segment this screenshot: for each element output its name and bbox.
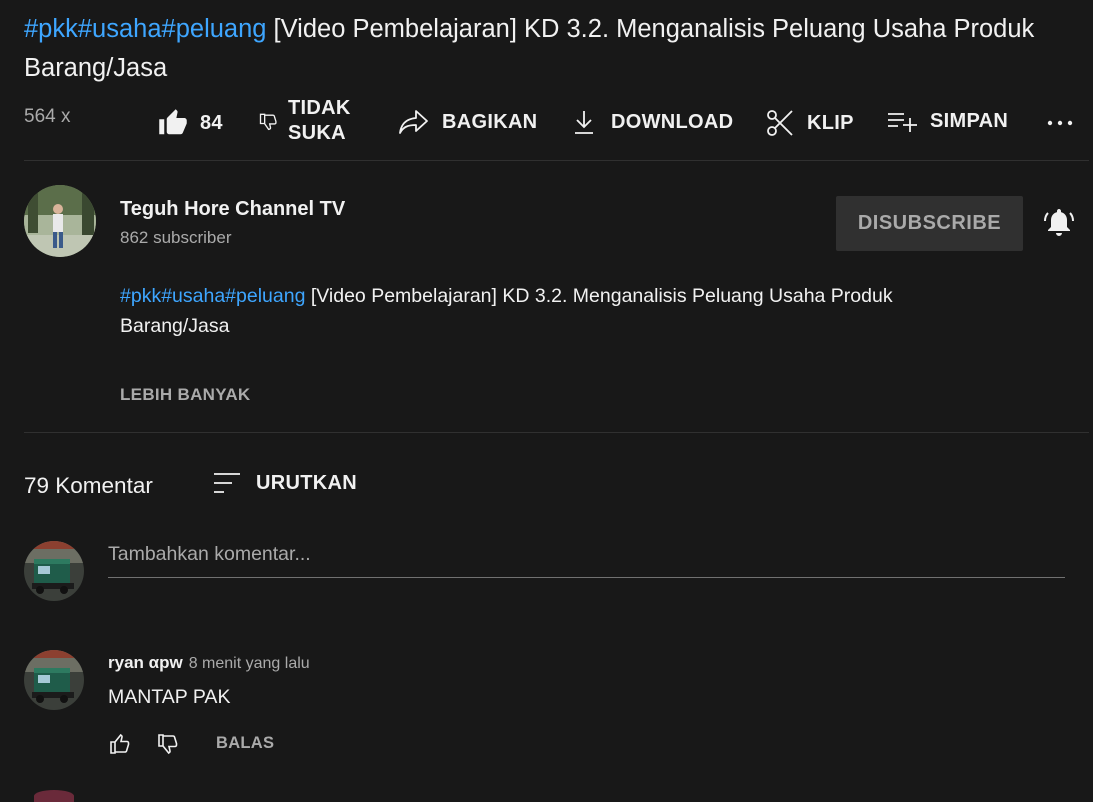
- dislike-label-line2: SUKA: [288, 122, 346, 144]
- share-button[interactable]: BAGIKAN: [398, 108, 537, 136]
- dislike-icon: [156, 734, 180, 760]
- like-button[interactable]: 84: [158, 108, 223, 138]
- video-description: #pkk#usaha#peluang [Video Pembelajaran] …: [120, 281, 1000, 341]
- dislike-icon: [258, 111, 278, 131]
- comment-count: 79 Komentar: [24, 473, 153, 498]
- download-label: DOWNLOAD: [611, 110, 734, 133]
- clip-icon: [765, 108, 795, 138]
- view-count: 564 x: [24, 106, 71, 127]
- save-label: SIMPAN: [930, 109, 1009, 132]
- divider-top: [24, 160, 1089, 161]
- comment-header: ryan αpw 8 menit yang lalu: [108, 653, 310, 673]
- comment-time[interactable]: 8 menit yang lalu: [189, 655, 310, 672]
- reply-button[interactable]: BALAS: [216, 734, 274, 753]
- save-icon: [886, 108, 918, 134]
- comment-like-button[interactable]: [108, 732, 132, 761]
- bell-icon: [1042, 209, 1076, 243]
- save-button[interactable]: SIMPAN: [886, 108, 1008, 134]
- title-hashtags[interactable]: #pkk#usaha#peluang: [24, 15, 266, 43]
- user-avatar: [24, 541, 84, 601]
- comment-author-avatar[interactable]: [24, 650, 84, 710]
- like-icon: [158, 108, 188, 138]
- clip-label: KLIP: [807, 111, 854, 134]
- download-icon: [573, 108, 595, 136]
- sort-label: URUTKAN: [256, 471, 357, 494]
- description-hashtags[interactable]: #pkk#usaha#peluang: [120, 285, 305, 307]
- video-title: #pkk#usaha#peluang [Video Pembelajaran] …: [24, 10, 1089, 88]
- share-icon: [398, 108, 430, 136]
- clip-button[interactable]: KLIP: [765, 108, 854, 138]
- dislike-button[interactable]: TIDAK SUKA: [258, 96, 351, 146]
- sort-icon: [210, 468, 244, 498]
- comment-text: MANTAP PAK: [108, 686, 231, 708]
- like-count: 84: [200, 111, 223, 134]
- sort-button[interactable]: URUTKAN: [210, 468, 357, 498]
- comment-dislike-button[interactable]: [156, 732, 180, 761]
- subscriber-count: 862 subscriber: [120, 228, 232, 247]
- next-comment-avatar[interactable]: [34, 790, 74, 802]
- channel-name[interactable]: Teguh Hore Channel TV: [120, 198, 345, 221]
- channel-avatar[interactable]: [24, 185, 96, 257]
- like-icon: [108, 733, 132, 760]
- more-button[interactable]: [1045, 112, 1075, 137]
- divider-comments: [24, 432, 1089, 433]
- unsubscribe-button[interactable]: DISUBSCRIBE: [836, 196, 1023, 251]
- download-button[interactable]: DOWNLOAD: [573, 108, 733, 136]
- share-label: BAGIKAN: [442, 110, 538, 133]
- add-comment-input[interactable]: Tambahkan komentar...: [108, 543, 311, 566]
- add-comment-underline: [108, 577, 1065, 578]
- dislike-label-line1: TIDAK: [288, 97, 351, 119]
- comment-author-name[interactable]: ryan αpw: [108, 653, 183, 672]
- notification-bell-button[interactable]: [1042, 205, 1076, 244]
- show-more-button[interactable]: LEBIH BANYAK: [120, 385, 251, 405]
- more-icon: [1045, 119, 1075, 136]
